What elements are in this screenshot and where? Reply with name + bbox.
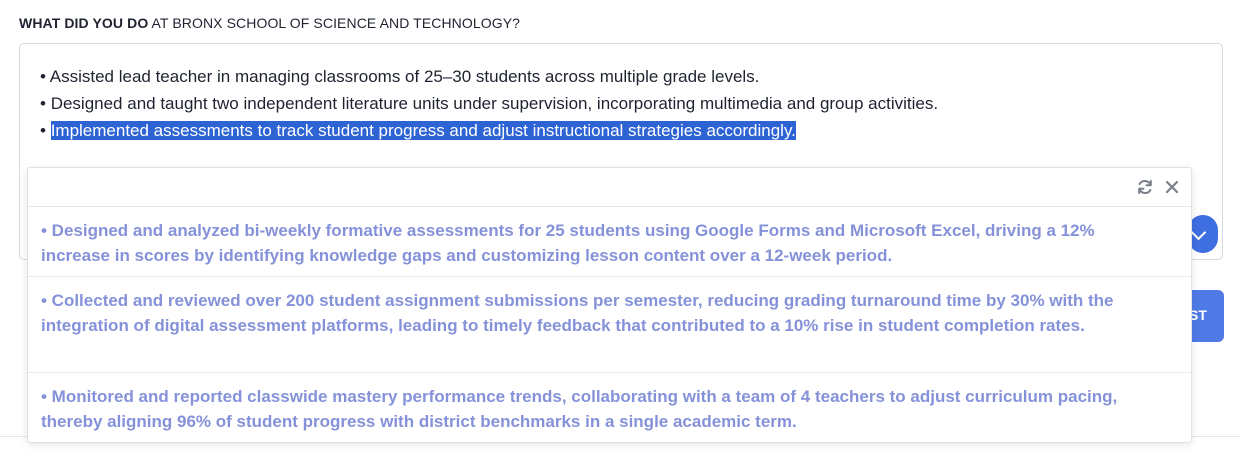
- expand-button[interactable]: [1188, 215, 1218, 253]
- close-icon[interactable]: [1163, 178, 1181, 196]
- editor-line-2: • Designed and taught two independent li…: [40, 90, 938, 117]
- refresh-icon[interactable]: [1136, 178, 1154, 196]
- chevron-down-icon: [1190, 224, 1207, 241]
- editor-line-3: • Implemented assessments to track stude…: [40, 117, 938, 144]
- line-text: Designed and taught two independent lite…: [50, 94, 939, 113]
- popup-header: [28, 168, 1191, 207]
- suggestion-item[interactable]: • Collected and reviewed over 200 studen…: [28, 277, 1191, 373]
- bullet: •: [40, 94, 51, 113]
- line-text: Assisted lead teacher in managing classr…: [49, 67, 760, 86]
- question-label: WHAT DID YOU DO AT BRONX SCHOOL OF SCIEN…: [19, 15, 520, 31]
- bullet: •: [40, 121, 51, 140]
- suggestions-popup: • Designed and analyzed bi-weekly format…: [27, 167, 1192, 443]
- partial-action-button[interactable]: ST: [1188, 290, 1224, 342]
- question-bold: WHAT DID YOU DO: [19, 15, 149, 31]
- editor-content[interactable]: • Assisted lead teacher in managing clas…: [40, 63, 938, 144]
- suggestion-item[interactable]: • Monitored and reported classwide maste…: [28, 373, 1191, 443]
- editor-line-1: • Assisted lead teacher in managing clas…: [40, 63, 938, 90]
- question-rest: AT BRONX SCHOOL OF SCIENCE AND TECHNOLOG…: [148, 15, 521, 31]
- suggestion-item[interactable]: • Designed and analyzed bi-weekly format…: [28, 207, 1191, 277]
- selected-text[interactable]: Implemented assessments to track student…: [50, 121, 796, 140]
- bullet: •: [40, 67, 50, 86]
